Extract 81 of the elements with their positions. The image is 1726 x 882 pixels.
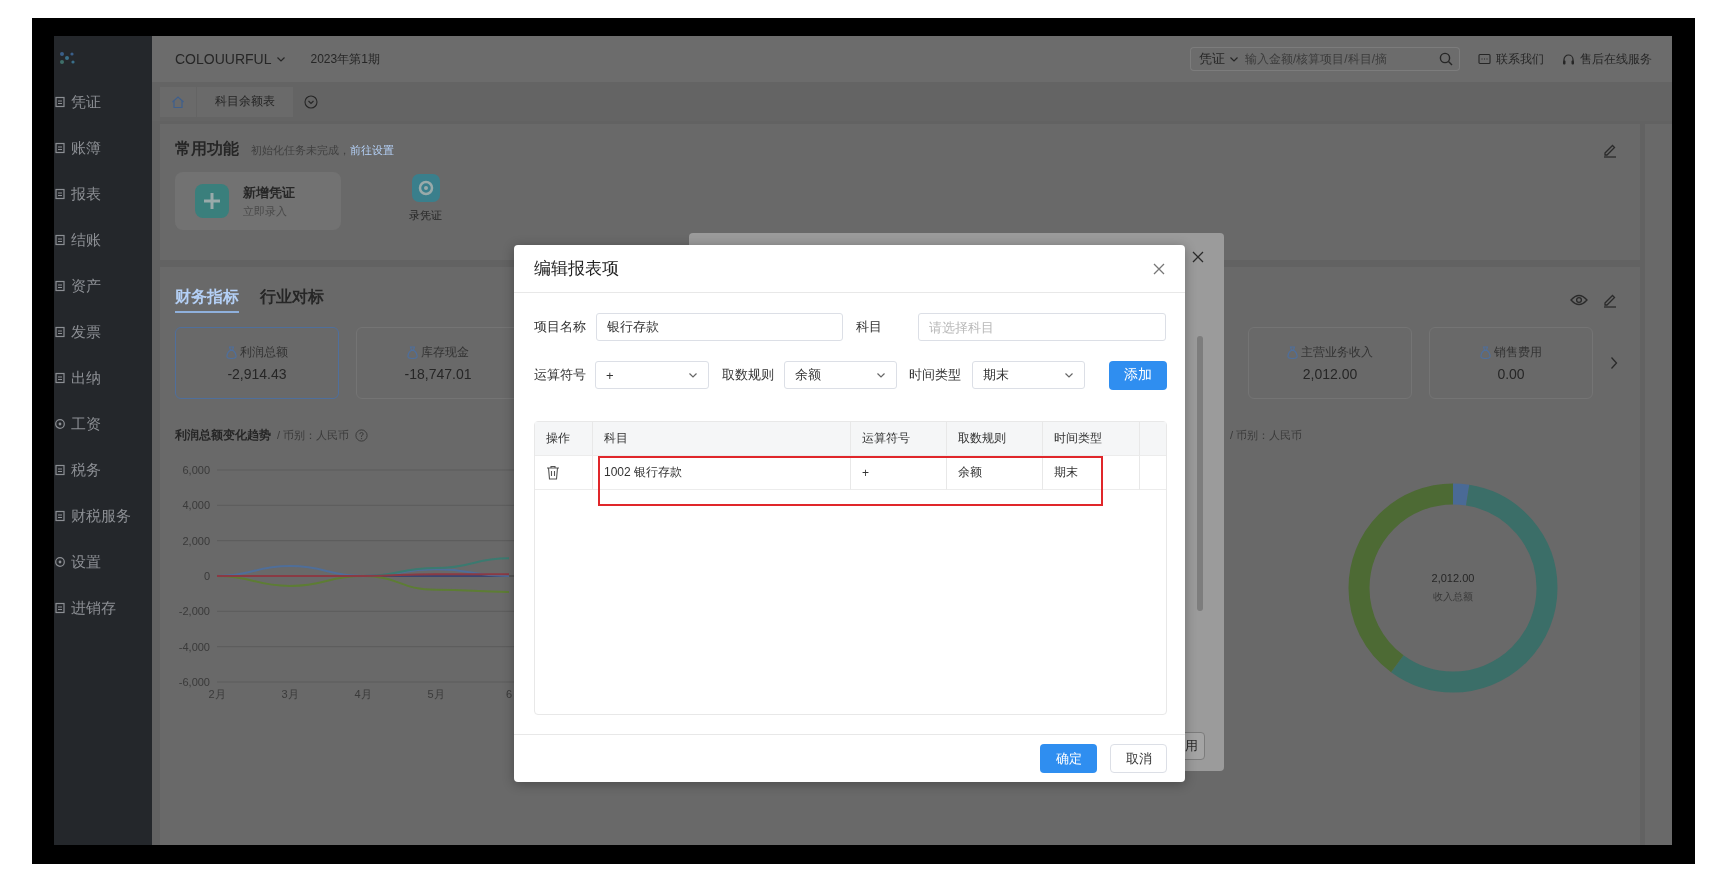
edit-icon[interactable] <box>1602 292 1618 308</box>
sidebar-item[interactable]: 结账 <box>54 217 152 263</box>
metric-value: -18,747.01 <box>404 366 472 382</box>
circle-icon <box>55 556 65 568</box>
field-label: 运算符号 <box>534 366 587 384</box>
sidebar-item[interactable]: 账簿 <box>54 125 152 171</box>
list-icon <box>55 464 65 476</box>
chevron-right-icon[interactable] <box>1610 356 1618 370</box>
bag-icon <box>1287 346 1298 359</box>
column-header: 时间类型 <box>1043 422 1140 456</box>
sidebar-item[interactable]: 出纳 <box>54 355 152 401</box>
company-dropdown[interactable]: COLOUURFUL <box>175 51 287 67</box>
chevron-icon <box>1064 370 1074 380</box>
time-type-dropdown[interactable]: 期末 <box>972 361 1085 389</box>
circle-icon <box>55 418 65 430</box>
close-icon[interactable] <box>1153 262 1165 275</box>
shortcut-title: 新增凭证 <box>243 183 295 202</box>
list-icon <box>55 234 65 246</box>
metric-value: 2,012.00 <box>1302 366 1358 382</box>
plus-icon <box>195 184 229 218</box>
headset-icon <box>1562 52 1575 66</box>
indicator-tab[interactable]: 行业对标 <box>260 287 324 313</box>
rule-dropdown[interactable]: 余额 <box>784 361 897 389</box>
bag-icon <box>407 346 418 359</box>
delete-icon[interactable] <box>546 465 560 480</box>
chevron-icon <box>276 54 287 64</box>
account-field[interactable]: 请选择科目 <box>918 313 1166 341</box>
column-header: 科目 <box>593 422 851 456</box>
metric-value: -2,914.43 <box>227 366 287 382</box>
name-field[interactable]: 银行存款 <box>596 313 843 341</box>
chevron-icon <box>876 370 886 380</box>
close-icon[interactable] <box>1192 251 1204 263</box>
column-header: 操作 <box>535 422 593 456</box>
sidebar-item[interactable]: 进销存 <box>54 585 152 631</box>
field-label: 取数规则 <box>722 366 775 384</box>
chart-title: 利润总额变化趋势 <box>175 426 271 444</box>
field-label: 项目名称 <box>534 318 587 336</box>
list-icon <box>55 188 65 200</box>
metric-value: 0.00 <box>1497 366 1525 382</box>
confirm-button[interactable]: 确定 <box>1040 744 1097 773</box>
bag-icon <box>1480 346 1491 359</box>
sidebar-item[interactable]: 发票 <box>54 309 152 355</box>
column-header: 取数规则 <box>947 422 1043 456</box>
eye-icon[interactable] <box>1570 293 1588 307</box>
chat-icon <box>1478 52 1491 66</box>
period-label: 2023年第1期 <box>310 50 380 68</box>
section-title: 常用功能 <box>175 139 239 159</box>
ring-icon[interactable] <box>411 174 440 202</box>
sidebar-item[interactable]: 报表 <box>54 171 152 217</box>
sidebar-item[interactable]: 财税服务 <box>54 493 152 539</box>
scrollbar[interactable] <box>1197 336 1203 611</box>
home-icon <box>171 94 185 109</box>
dropdown-circle-icon[interactable] <box>304 94 318 109</box>
indicator-tab[interactable]: 财务指标 <box>175 287 239 313</box>
list-icon <box>55 326 65 338</box>
dialog-title: 编辑报表项 <box>534 258 619 280</box>
column-header: 运算符号 <box>851 422 947 456</box>
list-icon <box>55 602 65 614</box>
sidebar-item[interactable]: 设置 <box>54 539 152 585</box>
cancel-button[interactable]: 取消 <box>1110 744 1167 773</box>
header-link[interactable]: 联系我们 <box>1478 50 1544 68</box>
list-icon <box>55 96 65 108</box>
list-icon <box>55 372 65 384</box>
list-icon <box>55 280 65 292</box>
field-label: 时间类型 <box>909 366 962 384</box>
help-icon <box>355 428 369 442</box>
bag-icon <box>226 346 237 359</box>
list-icon <box>55 142 65 154</box>
operator-dropdown[interactable]: + <box>595 361 709 389</box>
page-tab[interactable]: 科目余额表 <box>197 86 293 117</box>
sidebar-item[interactable]: 税务 <box>54 447 152 493</box>
donut-total: 2,012.00 <box>1431 572 1475 584</box>
sidebar-item[interactable]: 工资 <box>54 401 152 447</box>
sidebar-item[interactable]: 资产 <box>54 263 152 309</box>
field-label: 科目 <box>856 318 883 336</box>
add-button[interactable]: 添加 <box>1109 360 1167 390</box>
list-icon <box>55 510 65 522</box>
sidebar-item[interactable]: 凭证 <box>54 79 152 125</box>
settings-link[interactable]: 前往设置 <box>350 144 394 156</box>
header-link[interactable]: 售后在线服务 <box>1562 50 1652 68</box>
chevron-icon <box>688 370 698 380</box>
